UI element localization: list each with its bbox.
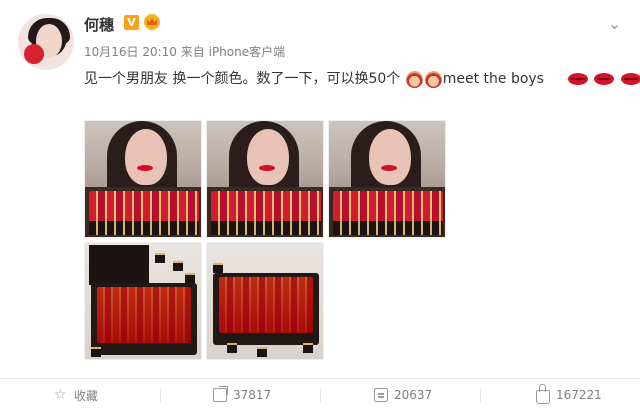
verified-badge: V [124, 15, 139, 30]
like-button[interactable]: 167221 [536, 384, 602, 406]
chevron-down-icon[interactable]: ⌄ [608, 14, 621, 33]
post-text-main: 见一个男朋友 换一个颜色。数了一下，可以换50个 [84, 71, 401, 87]
post-text-tail: meet the boys [442, 71, 544, 87]
repost-button[interactable]: 37817 [213, 384, 271, 406]
post-text: 见一个男朋友 换一个颜色。数了一下，可以换50个 meet the boys [84, 68, 640, 88]
crown-icon [144, 14, 160, 30]
action-separator [160, 387, 161, 403]
repost-count: 37817 [233, 388, 272, 402]
mom-emoji-icon [424, 70, 442, 88]
post-source[interactable]: iPhone客户端 [209, 45, 286, 59]
source-prefix: 来自 [180, 45, 205, 59]
post-time[interactable]: 10月16日 20:10 [84, 45, 177, 59]
thumbs-up-icon [536, 384, 550, 404]
action-divider [0, 378, 640, 379]
comment-count: 20637 [394, 388, 433, 402]
star-icon: ☆ [54, 387, 67, 403]
avatar[interactable] [18, 14, 74, 70]
post-image-1[interactable] [84, 120, 202, 238]
comment-button[interactable]: 20637 [374, 384, 432, 406]
lips-emoji-icon [594, 73, 615, 85]
comment-icon [374, 388, 388, 402]
post-image-3[interactable] [328, 120, 446, 238]
post-meta: 10月16日 20:10 来自 iPhone客户端 [84, 43, 285, 60]
action-separator [480, 387, 481, 403]
like-count: 167221 [556, 388, 602, 402]
post-image-2[interactable] [206, 120, 324, 238]
mom-emoji-icon [405, 70, 423, 88]
post-image-4[interactable] [84, 242, 202, 360]
favorite-button[interactable]: ☆ 收藏 [54, 384, 98, 406]
lips-emoji-icon [620, 73, 640, 85]
author-name[interactable]: 何穗 [84, 14, 114, 35]
favorite-label: 收藏 [74, 388, 99, 403]
repost-icon [213, 386, 228, 402]
action-separator [320, 387, 321, 403]
lips-emoji-icon [567, 73, 588, 85]
post-image-5[interactable] [206, 242, 324, 360]
